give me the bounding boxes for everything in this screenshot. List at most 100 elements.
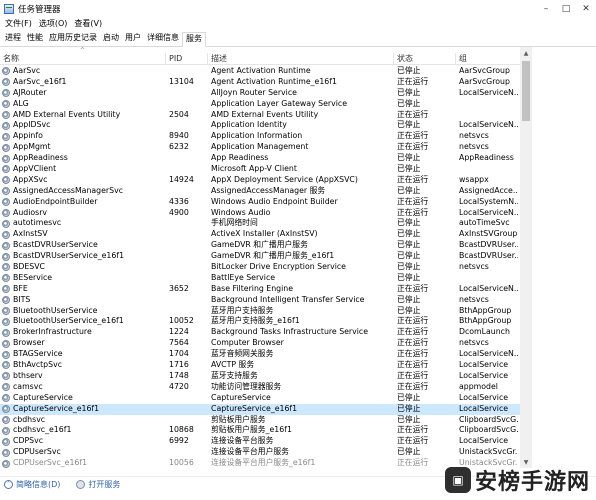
service-gear-icon (2, 339, 10, 348)
service-row[interactable]: BTAGService 1704 蓝牙音频网关服务 正在运行 LocalServiceN… (0, 349, 520, 360)
service-name: Audiosrv (13, 207, 48, 217)
scroll-up-arrow-icon[interactable]: ▲ (520, 47, 532, 59)
service-row[interactable]: AJRouter AllJoyn Router Service 已停止 LocalSe… (0, 88, 520, 99)
service-gear-icon (2, 198, 10, 207)
service-row[interactable]: camsvc 4720 功能访问管理器服务 正在运行 appmodel (0, 382, 520, 393)
service-row[interactable]: AppVClient Microsoft App-V Client 已停止 (0, 164, 520, 175)
tab-details[interactable]: 详细信息 (144, 31, 182, 46)
service-row[interactable]: AppXSvc 14924 AppX Deployment Service (App… (0, 175, 520, 186)
column-header-status[interactable]: 状态 (394, 52, 456, 65)
service-row[interactable]: AarSvc_e16f1 13104 Agent Activation Runtim… (0, 77, 520, 88)
service-row[interactable]: AxInstSV ActiveX Installer (AxInstSV) 已停止 A… (0, 229, 520, 240)
service-gear-icon (2, 67, 10, 76)
service-row[interactable]: BITS Background Intelligent Transfer Serv… (0, 295, 520, 306)
service-status: 已停止 (397, 185, 421, 195)
service-description: 蓝牙用户支持服务 (211, 305, 274, 315)
service-row[interactable]: BcastDVRUserService_e16f1 GameDVR 和广播用户服务… (0, 251, 520, 262)
service-pid: 13104 (169, 76, 194, 86)
service-name: BthAvctpSvc (13, 360, 62, 370)
scroll-thumb[interactable] (522, 61, 530, 121)
service-row[interactable]: AssignedAccessManagerSvc AssignedAccessMa… (0, 186, 520, 197)
tab-users[interactable]: 用户 (122, 31, 144, 46)
service-row[interactable]: cbdhsvc 剪贴板用户服务 已停止 ClipboardSvcG... (0, 415, 520, 426)
tab-processes[interactable]: 进程 (2, 31, 24, 46)
service-row[interactable]: CaptureService CaptureService 已停止 LocalServ… (0, 393, 520, 404)
service-description: Microsoft App-V Client (211, 164, 297, 174)
service-group: AppReadiness (459, 153, 514, 163)
service-row[interactable]: BEService BattlEye Service 已停止 (0, 273, 520, 284)
service-row[interactable]: Appinfo 8940 Application Information 正在运行 ne… (0, 131, 520, 142)
minimize-button[interactable]: – (536, 0, 556, 17)
service-pid (166, 404, 208, 415)
service-row[interactable]: AppMgmt 6232 Application Management 正在运行 net… (0, 142, 520, 153)
service-gear-icon (2, 187, 10, 196)
service-row[interactable]: CDPUserSvc_e16f1 10056 连接设备平台用户服务_e16f1 正在运… (0, 458, 520, 468)
service-row[interactable]: cbdhsvc_e16f1 10868 剪贴板用户服务_e16f1 正在运行 Clipb… (0, 425, 520, 436)
service-description: App Readiness (211, 153, 269, 163)
service-row[interactable]: BluetoothUserService_e16f1 10052 蓝牙用户支持服务_… (0, 316, 520, 327)
service-row[interactable]: BthAvctpSvc 1716 AVCTP 服务 正在运行 LocalService (0, 360, 520, 371)
service-row[interactable]: CaptureService_e16f1 CaptureService_e16f1… (0, 403, 520, 415)
service-row[interactable]: Browser 7564 Computer Browser 正在运行 netsvcs (0, 338, 520, 349)
service-row[interactable]: BluetoothUserService 蓝牙用户支持服务 已停止 BthAppGro… (0, 306, 520, 317)
service-description: ActiveX Installer (AxInstSV) (211, 229, 318, 239)
service-name: BcastDVRUserService (13, 240, 98, 250)
service-name-cell: autotimesvc (0, 218, 166, 229)
service-description: AppX Deployment Service (AppXSVC) (211, 174, 358, 184)
open-services-link[interactable]: 打开服务 (88, 479, 120, 490)
service-name-cell: AarSvc (0, 66, 166, 77)
tab-app-history[interactable]: 应用历史记录 (46, 31, 100, 46)
close-button[interactable]: ✕ (576, 0, 596, 17)
service-row[interactable]: CDPSvc 6992 连接设备平台服务 正在运行 LocalService (0, 436, 520, 447)
service-name-cell: BcastDVRUserService (0, 240, 166, 251)
service-gear-icon (2, 328, 10, 337)
service-row[interactable]: BrokerInfrastructure 1224 Background Tasks… (0, 327, 520, 338)
service-name-cell: AssignedAccessManagerSvc (0, 186, 166, 197)
service-description: 蓝牙用户支持服务_e16f1 (211, 316, 300, 326)
service-pid: 10056 (169, 458, 194, 468)
service-row[interactable]: BcastDVRUserService GameDVR 和广播用户服务 已停止 Bca… (0, 240, 520, 251)
service-row[interactable]: AppIDSvc Application Identity 已停止 LocalServ… (0, 120, 520, 131)
service-gear-icon (2, 111, 10, 119)
service-status: 正在运行 (397, 360, 429, 370)
column-header-group[interactable]: 组 (456, 53, 518, 65)
service-gear-icon (2, 307, 10, 316)
tab-performance[interactable]: 性能 (24, 31, 46, 46)
title-bar: 任务管理器 – □ ✕ (0, 0, 596, 17)
service-row[interactable]: Audiosrv 4900 Windows Audio 正在运行 LocalServic… (0, 208, 520, 219)
tab-startup[interactable]: 启动 (100, 31, 122, 46)
brief-info-button[interactable]: 简略信息(D) (16, 479, 60, 490)
service-row[interactable]: AMD External Events Utility 2504 AMD Exter… (0, 110, 520, 121)
column-header-description[interactable]: 描述 (208, 52, 394, 65)
service-row[interactable]: ALG Application Layer Gateway Service 已停止 (0, 99, 520, 110)
service-row[interactable]: bthserv 1748 蓝牙支持服务 正在运行 LocalService (0, 371, 520, 382)
service-row[interactable]: BFE 3652 Base Filtering Engine 正在运行 LocalSer… (0, 284, 520, 295)
service-gear-icon (2, 383, 10, 392)
service-group: ClipboardSvcG... (459, 425, 518, 435)
service-status: 已停止 (397, 447, 421, 457)
service-name: AppMgmt (13, 142, 51, 152)
column-header-name[interactable]: 名称 (0, 52, 166, 65)
tab-services[interactable]: 服务 (182, 32, 206, 47)
service-row[interactable]: autotimesvc 手机网络时间 已停止 autoTimeSvc (0, 218, 520, 229)
service-row[interactable]: AarSvc Agent Activation Runtime 已停止 AarSvcG… (0, 66, 520, 77)
column-header-pid[interactable]: PID (166, 52, 208, 65)
maximize-button[interactable]: □ (556, 0, 576, 17)
service-gear-icon (2, 209, 10, 218)
menu-view[interactable]: 查看(V) (72, 18, 104, 29)
service-row[interactable]: AudioEndpointBuilder 4336 Windows Audio En… (0, 197, 520, 208)
menu-options[interactable]: 选项(O) (37, 18, 70, 29)
service-row[interactable]: AppReadiness App Readiness 已停止 AppReadiness (0, 153, 520, 164)
service-row[interactable]: BDESVC BitLocker Drive Encryption Service… (0, 262, 520, 273)
service-description: 蓝牙音频网关服务 (211, 349, 274, 359)
service-gear-icon (2, 274, 10, 283)
vertical-scrollbar[interactable]: ▲ ▼ (520, 47, 532, 468)
service-group: LocalServiceN... (459, 207, 518, 217)
service-pid (166, 164, 208, 175)
service-group: BcastDVRUser... (459, 240, 518, 250)
menu-file[interactable]: 文件(F) (3, 18, 34, 29)
service-status: 已停止 (397, 414, 421, 424)
chevron-up-icon[interactable]: ˄ (4, 480, 13, 489)
service-row[interactable]: CDPUserSvc 连接设备平台用户服务 已停止 UnistackSvcGr... (0, 447, 520, 458)
service-status: 已停止 (397, 262, 421, 272)
